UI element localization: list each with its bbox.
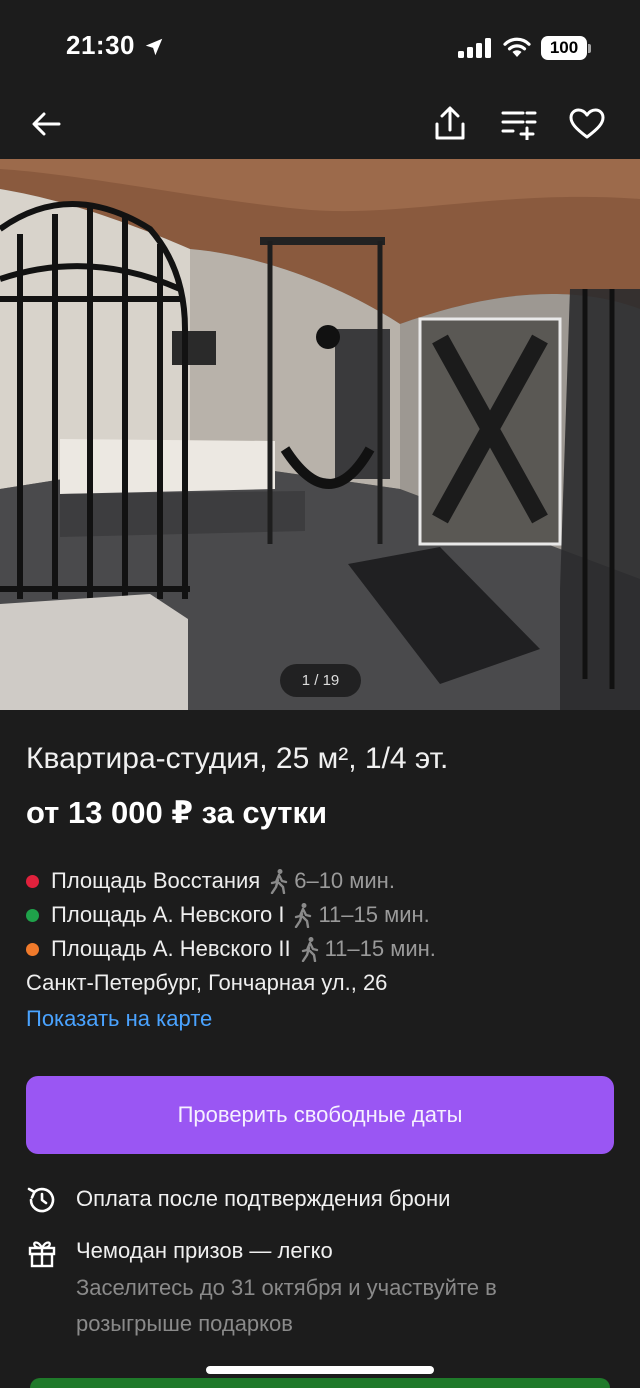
share-button[interactable] [430, 104, 470, 144]
metro-station-name: Площадь А. Невского II [51, 936, 291, 961]
prize-feature-subtext: Заселитесь до 31 октября и участвуйте в … [76, 1275, 497, 1336]
wifi-icon [503, 37, 531, 57]
share-icon [435, 106, 465, 140]
metro-walk-time: 11–15 мин. [318, 902, 430, 927]
metro-line-dot [26, 908, 39, 922]
status-time: 21:30 [66, 30, 135, 60]
status-bar: 21:30 100 [0, 0, 640, 96]
payment-feature-text: Оплата после подтверждения брони [76, 1186, 451, 1211]
metro-station-name: Площадь А. Невского I [51, 902, 285, 927]
metro-line-dot [26, 942, 39, 956]
home-indicator [206, 1366, 434, 1374]
room-photo-illustration [0, 159, 640, 710]
favorite-button[interactable] [567, 104, 607, 144]
compare-list-icon [501, 111, 537, 140]
metro-station-row: Площадь Восстания 6–10 мин. [26, 866, 626, 896]
metro-line-dot [26, 874, 39, 888]
listing-photo[interactable] [0, 159, 640, 710]
metro-walk-time: 11–15 мин. [324, 936, 436, 961]
show-on-map-link[interactable]: Показать на карте [26, 1006, 212, 1032]
gift-icon [28, 1241, 56, 1268]
back-button[interactable] [26, 104, 66, 144]
listing-price: от 13 000 ₽ за сутки [26, 795, 328, 830]
metro-station-row: Площадь А. Невского I 11–15 мин. [26, 900, 626, 930]
heart-icon [569, 108, 605, 139]
walking-person-icon [301, 937, 318, 962]
arrow-left-icon [32, 112, 61, 136]
compare-button[interactable] [499, 104, 539, 144]
metro-station-row: Площадь А. Невского II 11–15 мин. [26, 934, 626, 964]
history-icon [27, 1187, 55, 1213]
walking-person-icon [295, 903, 312, 928]
check-dates-button[interactable]: Проверить свободные даты [26, 1076, 614, 1154]
battery-indicator: 100 [541, 36, 587, 60]
battery-tip [588, 44, 591, 53]
metro-walk-time: 6–10 мин. [294, 868, 395, 893]
bottom-action-bar [30, 1378, 610, 1388]
cellular-signal-icon [458, 38, 491, 58]
listing-address: Санкт-Петербург, Гончарная ул., 26 [26, 970, 388, 995]
location-arrow-icon [145, 38, 163, 56]
metro-station-name: Площадь Восстания [51, 868, 261, 893]
prize-feature-text: Чемодан призов — легко [76, 1238, 333, 1263]
listing-title: Квартира-студия, 25 м², 1/4 эт. [26, 742, 449, 775]
walking-person-icon [271, 869, 288, 894]
photo-counter: 1 / 19 [280, 664, 361, 697]
